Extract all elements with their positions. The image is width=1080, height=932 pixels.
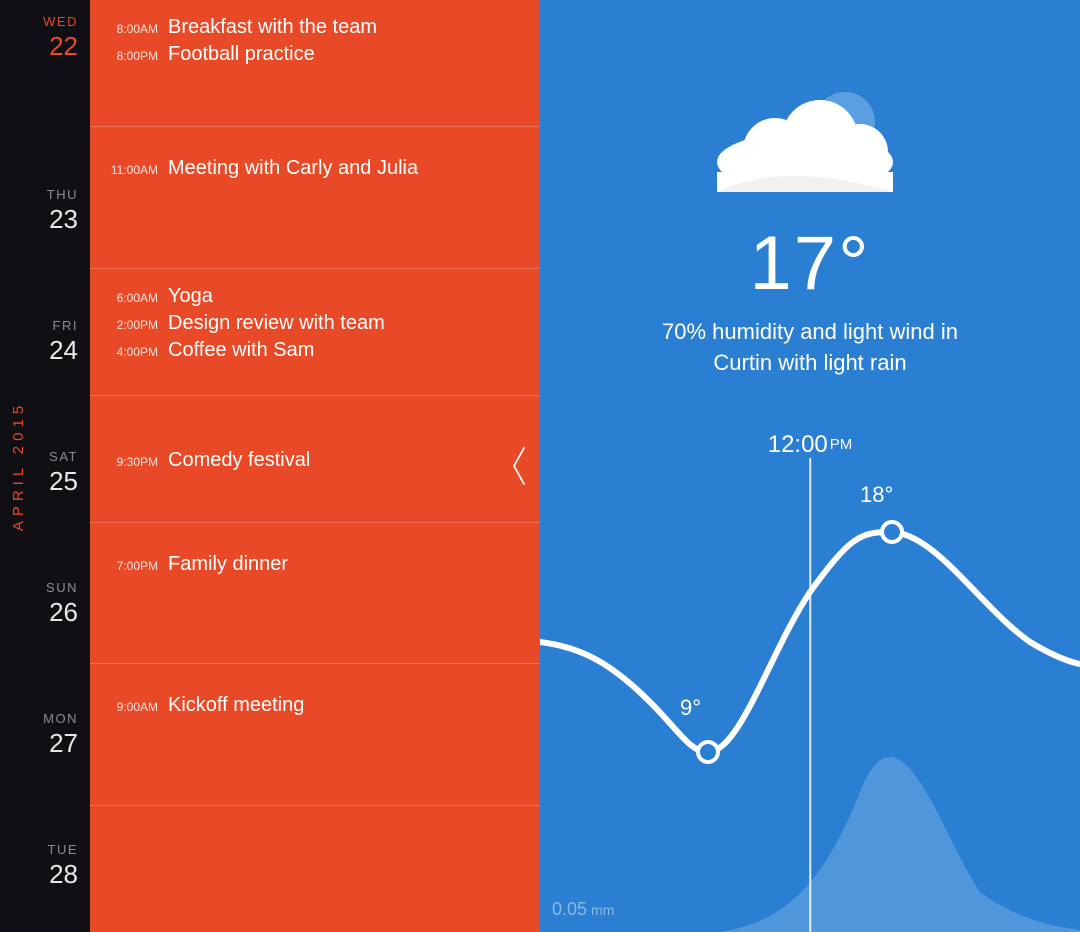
- day-of-week: TUE: [48, 842, 79, 857]
- day-of-week: THU: [47, 187, 78, 202]
- date-cell-22[interactable]: WED 22: [0, 0, 90, 145]
- event-title: Yoga: [168, 285, 213, 308]
- cloud-sun-icon: [705, 80, 915, 200]
- weather-summary: 70% humidity and light wind in Curtin wi…: [610, 317, 1010, 379]
- peak-temp-label: 18°: [860, 482, 893, 508]
- event-time: 2:00PM: [100, 318, 158, 332]
- temperature-chart[interactable]: [540, 472, 1080, 932]
- event-title: Breakfast with the team: [168, 16, 377, 39]
- agenda-row[interactable]: [90, 806, 540, 932]
- event-time: 4:00PM: [100, 345, 158, 359]
- precip-value: 0.05: [552, 899, 587, 919]
- event[interactable]: 11:00AM Meeting with Carly and Julia: [100, 157, 518, 180]
- event-time: 11:00AM: [100, 163, 158, 177]
- agenda-row[interactable]: 6:00AM Yoga 2:00PM Design review with team 4…: [90, 269, 540, 396]
- agenda-row[interactable]: 11:00AM Meeting with Carly and Julia: [90, 127, 540, 268]
- agenda-row[interactable]: 9:00AM Kickoff meeting: [90, 664, 540, 805]
- chevron-left-icon[interactable]: [510, 446, 528, 486]
- date-rail: APRIL 2015 WED 22 THU 23 FRI 24 SAT 25 SUN 26 MON 2…: [0, 0, 90, 932]
- time-value: 12:00: [768, 431, 828, 458]
- event-title: Comedy festival: [168, 449, 310, 472]
- agenda-row[interactable]: 7:00PM Family dinner: [90, 523, 540, 664]
- day-of-week: WED: [43, 14, 78, 29]
- day-of-week: FRI: [53, 318, 78, 333]
- month-label: APRIL 2015: [10, 401, 27, 531]
- event[interactable]: 8:00PM Football practice: [100, 43, 518, 66]
- event[interactable]: 9:00AM Kickoff meeting: [100, 694, 518, 717]
- event-title: Football practice: [168, 43, 315, 66]
- selected-time: 12:00PM: [540, 431, 1080, 459]
- day-number: 23: [49, 204, 78, 235]
- event-time: 9:00AM: [100, 700, 158, 714]
- event-time: 8:00PM: [100, 49, 158, 63]
- event-time: 8:00AM: [100, 22, 158, 36]
- precip-unit: mm: [591, 902, 614, 918]
- event[interactable]: 4:00PM Coffee with Sam: [100, 339, 518, 362]
- day-number: 25: [49, 466, 78, 497]
- event-title: Meeting with Carly and Julia: [168, 157, 418, 180]
- event-title: Coffee with Sam: [168, 339, 314, 362]
- event[interactable]: 2:00PM Design review with team: [100, 312, 518, 335]
- event-title: Family dinner: [168, 553, 288, 576]
- day-number: 27: [49, 728, 78, 759]
- time-ampm: PM: [830, 436, 853, 453]
- low-temp-label: 9°: [680, 695, 701, 721]
- event[interactable]: 8:00AM Breakfast with the team: [100, 16, 518, 39]
- date-cell-26[interactable]: SUN 26: [0, 539, 90, 670]
- date-cell-23[interactable]: THU 23: [0, 145, 90, 276]
- day-number: 22: [49, 31, 78, 62]
- event[interactable]: 9:30PM Comedy festival: [100, 449, 518, 472]
- event-time: 7:00PM: [100, 559, 158, 573]
- precip-label: 0.05mm: [552, 899, 614, 920]
- event-time: 6:00AM: [100, 291, 158, 305]
- date-cell-27[interactable]: MON 27: [0, 670, 90, 801]
- day-number: 26: [49, 597, 78, 628]
- summary-line: 70% humidity and light wind in: [662, 319, 958, 344]
- event-time: 9:30PM: [100, 455, 158, 469]
- agenda-row[interactable]: 8:00AM Breakfast with the team 8:00PM Footb…: [90, 0, 540, 127]
- day-of-week: MON: [43, 711, 78, 726]
- day-of-week: SAT: [49, 449, 78, 464]
- weather-panel: 17° 70% humidity and light wind in Curti…: [540, 0, 1080, 932]
- event[interactable]: 6:00AM Yoga: [100, 285, 518, 308]
- day-number: 28: [49, 859, 78, 890]
- event[interactable]: 7:00PM Family dinner: [100, 553, 518, 576]
- event-title: Design review with team: [168, 312, 385, 335]
- event-title: Kickoff meeting: [168, 694, 304, 717]
- date-cell-28[interactable]: TUE 28: [0, 801, 90, 932]
- temperature: 17°: [540, 220, 1080, 307]
- day-number: 24: [49, 335, 78, 366]
- summary-line: Curtin with light rain: [713, 350, 906, 375]
- day-of-week: SUN: [46, 580, 78, 595]
- date-cell-24[interactable]: FRI 24: [0, 276, 90, 407]
- agenda-row[interactable]: 9:30PM Comedy festival: [90, 396, 540, 523]
- agenda-panel: 8:00AM Breakfast with the team 8:00PM Footb…: [90, 0, 540, 932]
